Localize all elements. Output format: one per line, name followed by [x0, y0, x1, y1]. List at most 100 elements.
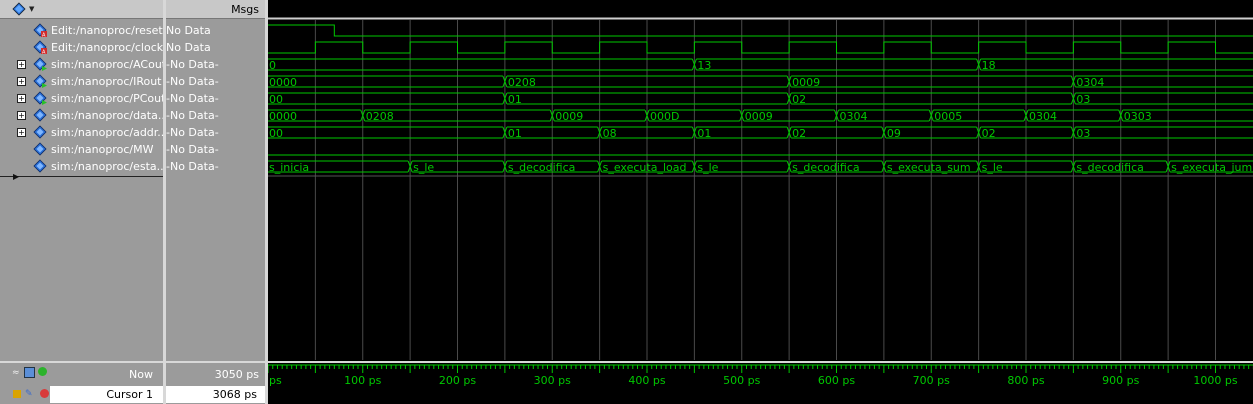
timeline-tick-label: 400 ps — [628, 374, 665, 387]
timeline-tick-label: 200 ps — [439, 374, 476, 387]
estado-value: s_decodifica — [1076, 161, 1144, 174]
pcout-value: 00 — [269, 93, 283, 106]
signal-icon — [33, 142, 47, 156]
addr-bus-value: 02 — [982, 127, 996, 140]
signal-message-value: -No Data- — [166, 92, 219, 105]
wave-header — [268, 0, 1253, 18]
signal-name: sim:/nanoproc/esta... — [51, 160, 168, 173]
signal-message: -No Data- — [166, 73, 265, 90]
signal-name: Edit:/nanoproc/clock — [51, 41, 164, 54]
signal-message: -No Data- — [166, 56, 265, 73]
waveform-canvas[interactable]: 0 13 180000 0208 0009 030400 01 02 030000 0208 000… — [268, 0, 1253, 404]
wave-toolbar-icon[interactable] — [12, 2, 26, 16]
clock-wave — [268, 41, 1253, 54]
svg-text:A: A — [42, 33, 46, 39]
estado-value: s_inicia — [269, 161, 309, 174]
msgs-title: Msgs — [231, 3, 259, 16]
svg-text:A: A — [42, 50, 46, 56]
timeline-tick-label: 100 ps — [344, 374, 381, 387]
editable-signal-icon: A — [33, 40, 47, 56]
estado-value: s_decodifica — [792, 161, 860, 174]
signal-name: sim:/nanoproc/data... — [51, 109, 169, 122]
expand-icon[interactable]: + — [17, 60, 26, 69]
signal-name: sim:/nanoproc/addr... — [51, 126, 168, 139]
output-signal-icon — [33, 91, 47, 105]
signal-row[interactable]: sim:/nanoproc/esta... — [0, 158, 167, 175]
estado-value: s_le — [413, 161, 434, 174]
irout-value: 0304 — [1076, 76, 1104, 89]
output-signal-icon — [33, 74, 47, 88]
data-bus-value: 0304 — [1029, 110, 1057, 123]
grid-icon[interactable] — [24, 367, 35, 378]
signal-row[interactable]: + sim:/nanoproc/IRout — [0, 73, 163, 90]
signal-message-value: -No Data- — [166, 143, 219, 156]
separator-marker-icon: ▶ — [13, 172, 20, 181]
signal-row[interactable]: A Edit:/nanoproc/reset — [0, 22, 163, 39]
signal-message: -No Data- — [166, 141, 265, 158]
signal-message-value: -No Data- — [166, 160, 219, 173]
expand-icon[interactable]: + — [17, 94, 26, 103]
timeline-tick-label: 900 ps — [1102, 374, 1139, 387]
data-bus-value: 0009 — [555, 110, 583, 123]
cursor-value: 3068 ps — [212, 388, 257, 401]
delete-cursor-icon[interactable] — [40, 389, 49, 398]
irout-value: 0009 — [792, 76, 820, 89]
data-bus-value: 0304 — [840, 110, 868, 123]
wrench-icon[interactable]: ✎ — [25, 389, 33, 399]
signal-message: -No Data- — [166, 107, 265, 124]
expand-icon[interactable]: + — [17, 111, 26, 120]
timeline-tick-label: 500 ps — [723, 374, 760, 387]
signal-message-value: No Data — [166, 24, 211, 37]
data-bus-value: 0009 — [745, 110, 773, 123]
signal-message-value: No Data — [166, 41, 211, 54]
addr-bus-value: 02 — [792, 127, 806, 140]
irout-value: 0000 — [269, 76, 297, 89]
addr-bus-value: 00 — [269, 127, 283, 140]
bottom-separator — [0, 361, 265, 363]
waveform-pane[interactable]: 0 13 18 0000 0208 0009 0304 00 01 02 03 0000 0208 000… — [268, 0, 1253, 404]
data-bus-value: 0208 — [366, 110, 394, 123]
signal-message-value: -No Data- — [166, 58, 219, 71]
now-value: 3050 ps — [214, 368, 259, 381]
data-bus-value: 000D — [650, 110, 679, 123]
timeline-tick-label: 700 ps — [913, 374, 950, 387]
timeline-tick-label: 1000 ps — [1193, 374, 1237, 387]
cursor-name-field[interactable]: Cursor 1 — [50, 386, 163, 403]
pcout-value: 01 — [508, 93, 522, 106]
estado-value: s_decodifica — [508, 161, 576, 174]
estado-value: s_le — [982, 161, 1003, 174]
cursor-value-field[interactable]: 3068 ps — [166, 386, 265, 403]
add-cursor-icon[interactable] — [38, 367, 47, 376]
signal-row[interactable]: + sim:/nanoproc/ACout — [0, 56, 166, 73]
signal-name: sim:/nanoproc/MW — [51, 143, 154, 156]
signal-name: sim:/nanoproc/IRout — [51, 75, 162, 88]
expand-icon[interactable]: + — [17, 128, 26, 137]
signal-row[interactable]: A Edit:/nanoproc/clock — [0, 39, 163, 56]
signal-icon — [33, 159, 47, 173]
timeline-tick-label: 300 ps — [534, 374, 571, 387]
signal-icon — [33, 108, 47, 122]
names-header: ▼ — [0, 0, 163, 19]
signal-names-pane: ▼ A Edit:/nanoproc/reset A Edit:/nanoproc/c… — [0, 0, 260, 404]
signal-name: sim:/nanoproc/PCout — [51, 92, 166, 105]
signal-row[interactable]: + sim:/nanoproc/PCout — [0, 90, 166, 107]
pcout-value: 03 — [1076, 93, 1090, 106]
timeline-tick-label: 600 ps — [818, 374, 855, 387]
timeline-border — [268, 361, 1253, 363]
signal-icon — [33, 125, 47, 139]
cursor-lane — [268, 386, 1253, 404]
addr-bus-value: 01 — [697, 127, 711, 140]
expand-icon[interactable]: + — [17, 77, 26, 86]
timeline-start-label: ps — [269, 374, 282, 387]
chevron-down-icon[interactable]: ▼ — [29, 5, 34, 13]
wave-add-icon[interactable]: ≈ — [12, 368, 20, 378]
irout-value: 0208 — [508, 76, 536, 89]
signal-message: -No Data- — [166, 124, 265, 141]
signal-row[interactable]: sim:/nanoproc/MW — [0, 141, 163, 158]
estado-value: s_le — [697, 161, 718, 174]
lock-icon[interactable] — [13, 390, 21, 398]
signal-row[interactable]: + sim:/nanoproc/addr... — [0, 124, 168, 141]
timeline-tick-label: 800 ps — [1007, 374, 1044, 387]
signal-message: -No Data- — [166, 158, 265, 175]
signal-row[interactable]: + sim:/nanoproc/data... — [0, 107, 168, 124]
